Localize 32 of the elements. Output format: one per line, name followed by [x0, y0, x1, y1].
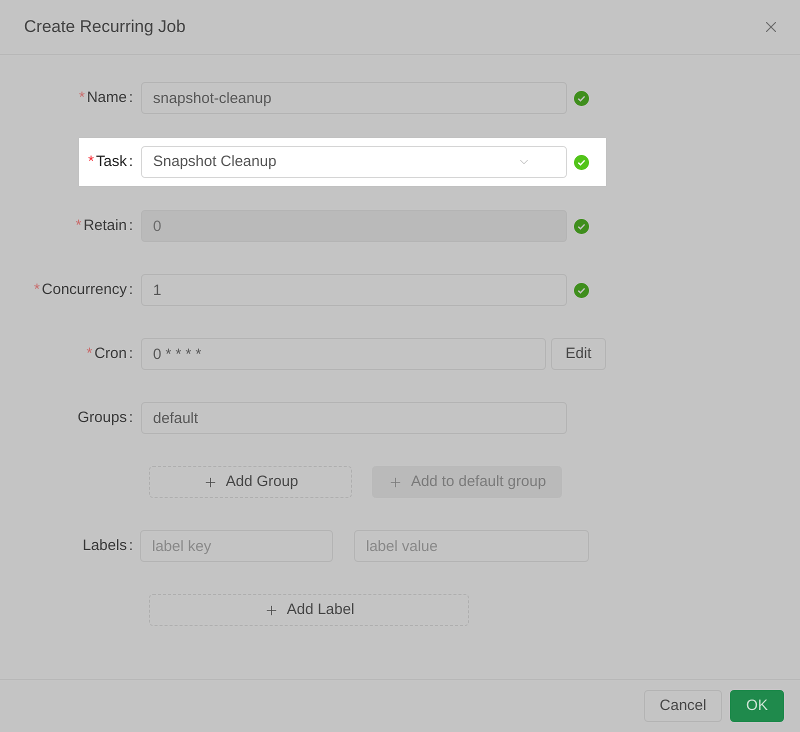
label-value-field[interactable]: label value — [354, 530, 589, 562]
ok-button[interactable]: OK — [730, 690, 784, 722]
field-label: Labels — [82, 536, 127, 556]
field-label: Retain — [83, 216, 127, 236]
text-field[interactable]: snapshot-cleanup — [141, 82, 567, 114]
field-label: Cron — [94, 344, 127, 364]
cron-field[interactable]: 0 * * * * — [141, 338, 546, 370]
task-select[interactable]: Snapshot Cleanup — [141, 146, 567, 178]
text-field[interactable]: 1 — [141, 274, 567, 306]
add-label-button[interactable]: Add Label — [149, 594, 469, 626]
label-colon: : — [128, 88, 133, 108]
add-group-button[interactable]: Add Group — [149, 466, 352, 498]
label-colon: : — [128, 216, 133, 236]
edit-button[interactable]: Edit — [550, 338, 606, 370]
label-key-field[interactable]: label key — [140, 530, 333, 562]
label-colon: : — [128, 344, 133, 364]
field-label: Name — [86, 88, 127, 108]
label-colon: : — [128, 280, 133, 300]
label-colon: : — [128, 152, 133, 172]
label-colon: : — [128, 408, 133, 428]
field-label: Groups — [78, 408, 127, 428]
dialog-title: Create Recurring Job — [24, 16, 186, 38]
required-asterisk: * — [76, 216, 82, 236]
required-asterisk: * — [86, 344, 92, 364]
required-asterisk: * — [88, 152, 94, 172]
text-field[interactable]: default — [141, 402, 567, 434]
label-colon: : — [128, 536, 133, 556]
cancel-button[interactable]: Cancel — [644, 690, 722, 722]
required-asterisk: * — [78, 88, 85, 108]
field-label: Task — [96, 152, 127, 172]
required-asterisk: * — [34, 280, 40, 300]
field-label: Concurrency — [42, 280, 127, 300]
